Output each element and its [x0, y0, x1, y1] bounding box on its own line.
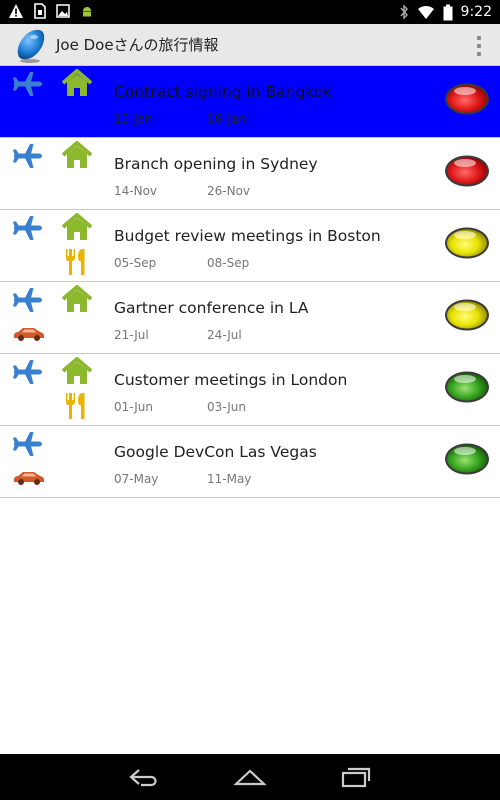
trip-end-date: 24-Jul: [207, 328, 242, 342]
trip-start-date: 05-Sep: [114, 256, 157, 270]
status-green-light-icon: [445, 443, 489, 475]
trip-end-date: 08-Sep: [207, 256, 250, 270]
navigation-bar: [0, 754, 500, 800]
plane-icon: [13, 360, 42, 384]
trip-start-date: 14-Nov: [114, 184, 158, 198]
image-icon: [56, 4, 70, 18]
recent-apps-icon[interactable]: [339, 766, 373, 788]
bluetooth-icon: [400, 4, 408, 20]
trip-title: Budget review meetings in Boston: [114, 227, 381, 245]
house-icon: [62, 69, 92, 96]
trip-row[interactable]: Contract signing in Bangkok 15-Jan 16-Jan: [0, 66, 500, 138]
plane-icon: [13, 216, 42, 240]
trip-title: Google DevCon Las Vegas: [114, 443, 317, 461]
plane-icon: [13, 144, 42, 168]
restaurant-icon: [66, 249, 85, 275]
status-yellow-light-icon: [445, 299, 489, 331]
house-icon: [62, 141, 92, 168]
plane-icon: [13, 432, 42, 456]
action-bar: Joe Doeさんの旅行情報: [0, 24, 500, 66]
trip-start-date: 01-Jun: [114, 400, 154, 414]
blue-drop-icon[interactable]: [12, 27, 48, 63]
house-icon: [62, 213, 92, 240]
back-icon[interactable]: [127, 766, 161, 788]
overflow-menu-icon[interactable]: [476, 36, 482, 56]
trip-start-date: 07-May: [114, 472, 159, 486]
plane-icon: [13, 72, 42, 96]
plane-icon: [13, 288, 42, 312]
clock: 9:22: [460, 4, 492, 20]
restaurant-icon: [66, 393, 85, 419]
trip-end-date: 16-Jan: [207, 112, 246, 126]
system-icons: 9:22: [399, 3, 492, 21]
trip-title: Contract signing in Bangkok: [114, 83, 333, 101]
notification-icons: [8, 3, 94, 19]
trip-list: Contract signing in Bangkok 15-Jan 16-Jan B…: [0, 66, 500, 754]
battery-icon: [443, 4, 453, 20]
trip-end-date: 11-May: [207, 472, 252, 486]
warning-icon: [9, 4, 23, 18]
car-icon: [14, 328, 44, 341]
trip-row[interactable]: Gartner conference in LA 21-Jul 24-Jul: [0, 282, 500, 354]
status-yellow-light-icon: [445, 227, 489, 259]
trip-title: Customer meetings in London: [114, 371, 348, 389]
trip-end-date: 03-Jun: [207, 400, 247, 414]
trip-row[interactable]: Branch opening in Sydney 14-Nov 26-Nov: [0, 138, 500, 210]
trip-end-date: 26-Nov: [207, 184, 251, 198]
house-icon: [62, 357, 92, 384]
trip-title: Branch opening in Sydney: [114, 155, 318, 173]
house-icon: [62, 285, 92, 312]
status-bar: 9:22: [0, 0, 500, 24]
sim-icon: [34, 3, 46, 19]
status-red-light-icon: [445, 155, 489, 187]
trip-row[interactable]: Customer meetings in London 01-Jun 03-Jun: [0, 354, 500, 426]
status-red-light-icon: [445, 83, 489, 115]
car-icon: [14, 472, 44, 485]
home-icon[interactable]: [233, 766, 267, 788]
trip-start-date: 21-Jul: [114, 328, 149, 342]
trip-title: Gartner conference in LA: [114, 299, 309, 317]
trip-row[interactable]: Google DevCon Las Vegas 07-May 11-May: [0, 426, 500, 498]
trip-start-date: 15-Jan: [114, 112, 153, 126]
android-icon: [83, 7, 91, 17]
trip-row[interactable]: Budget review meetings in Boston 05-Sep 08…: [0, 210, 500, 282]
status-green-light-icon: [445, 371, 489, 403]
app-title: Joe Doeさんの旅行情報: [56, 36, 219, 54]
wifi-icon: [417, 5, 434, 19]
